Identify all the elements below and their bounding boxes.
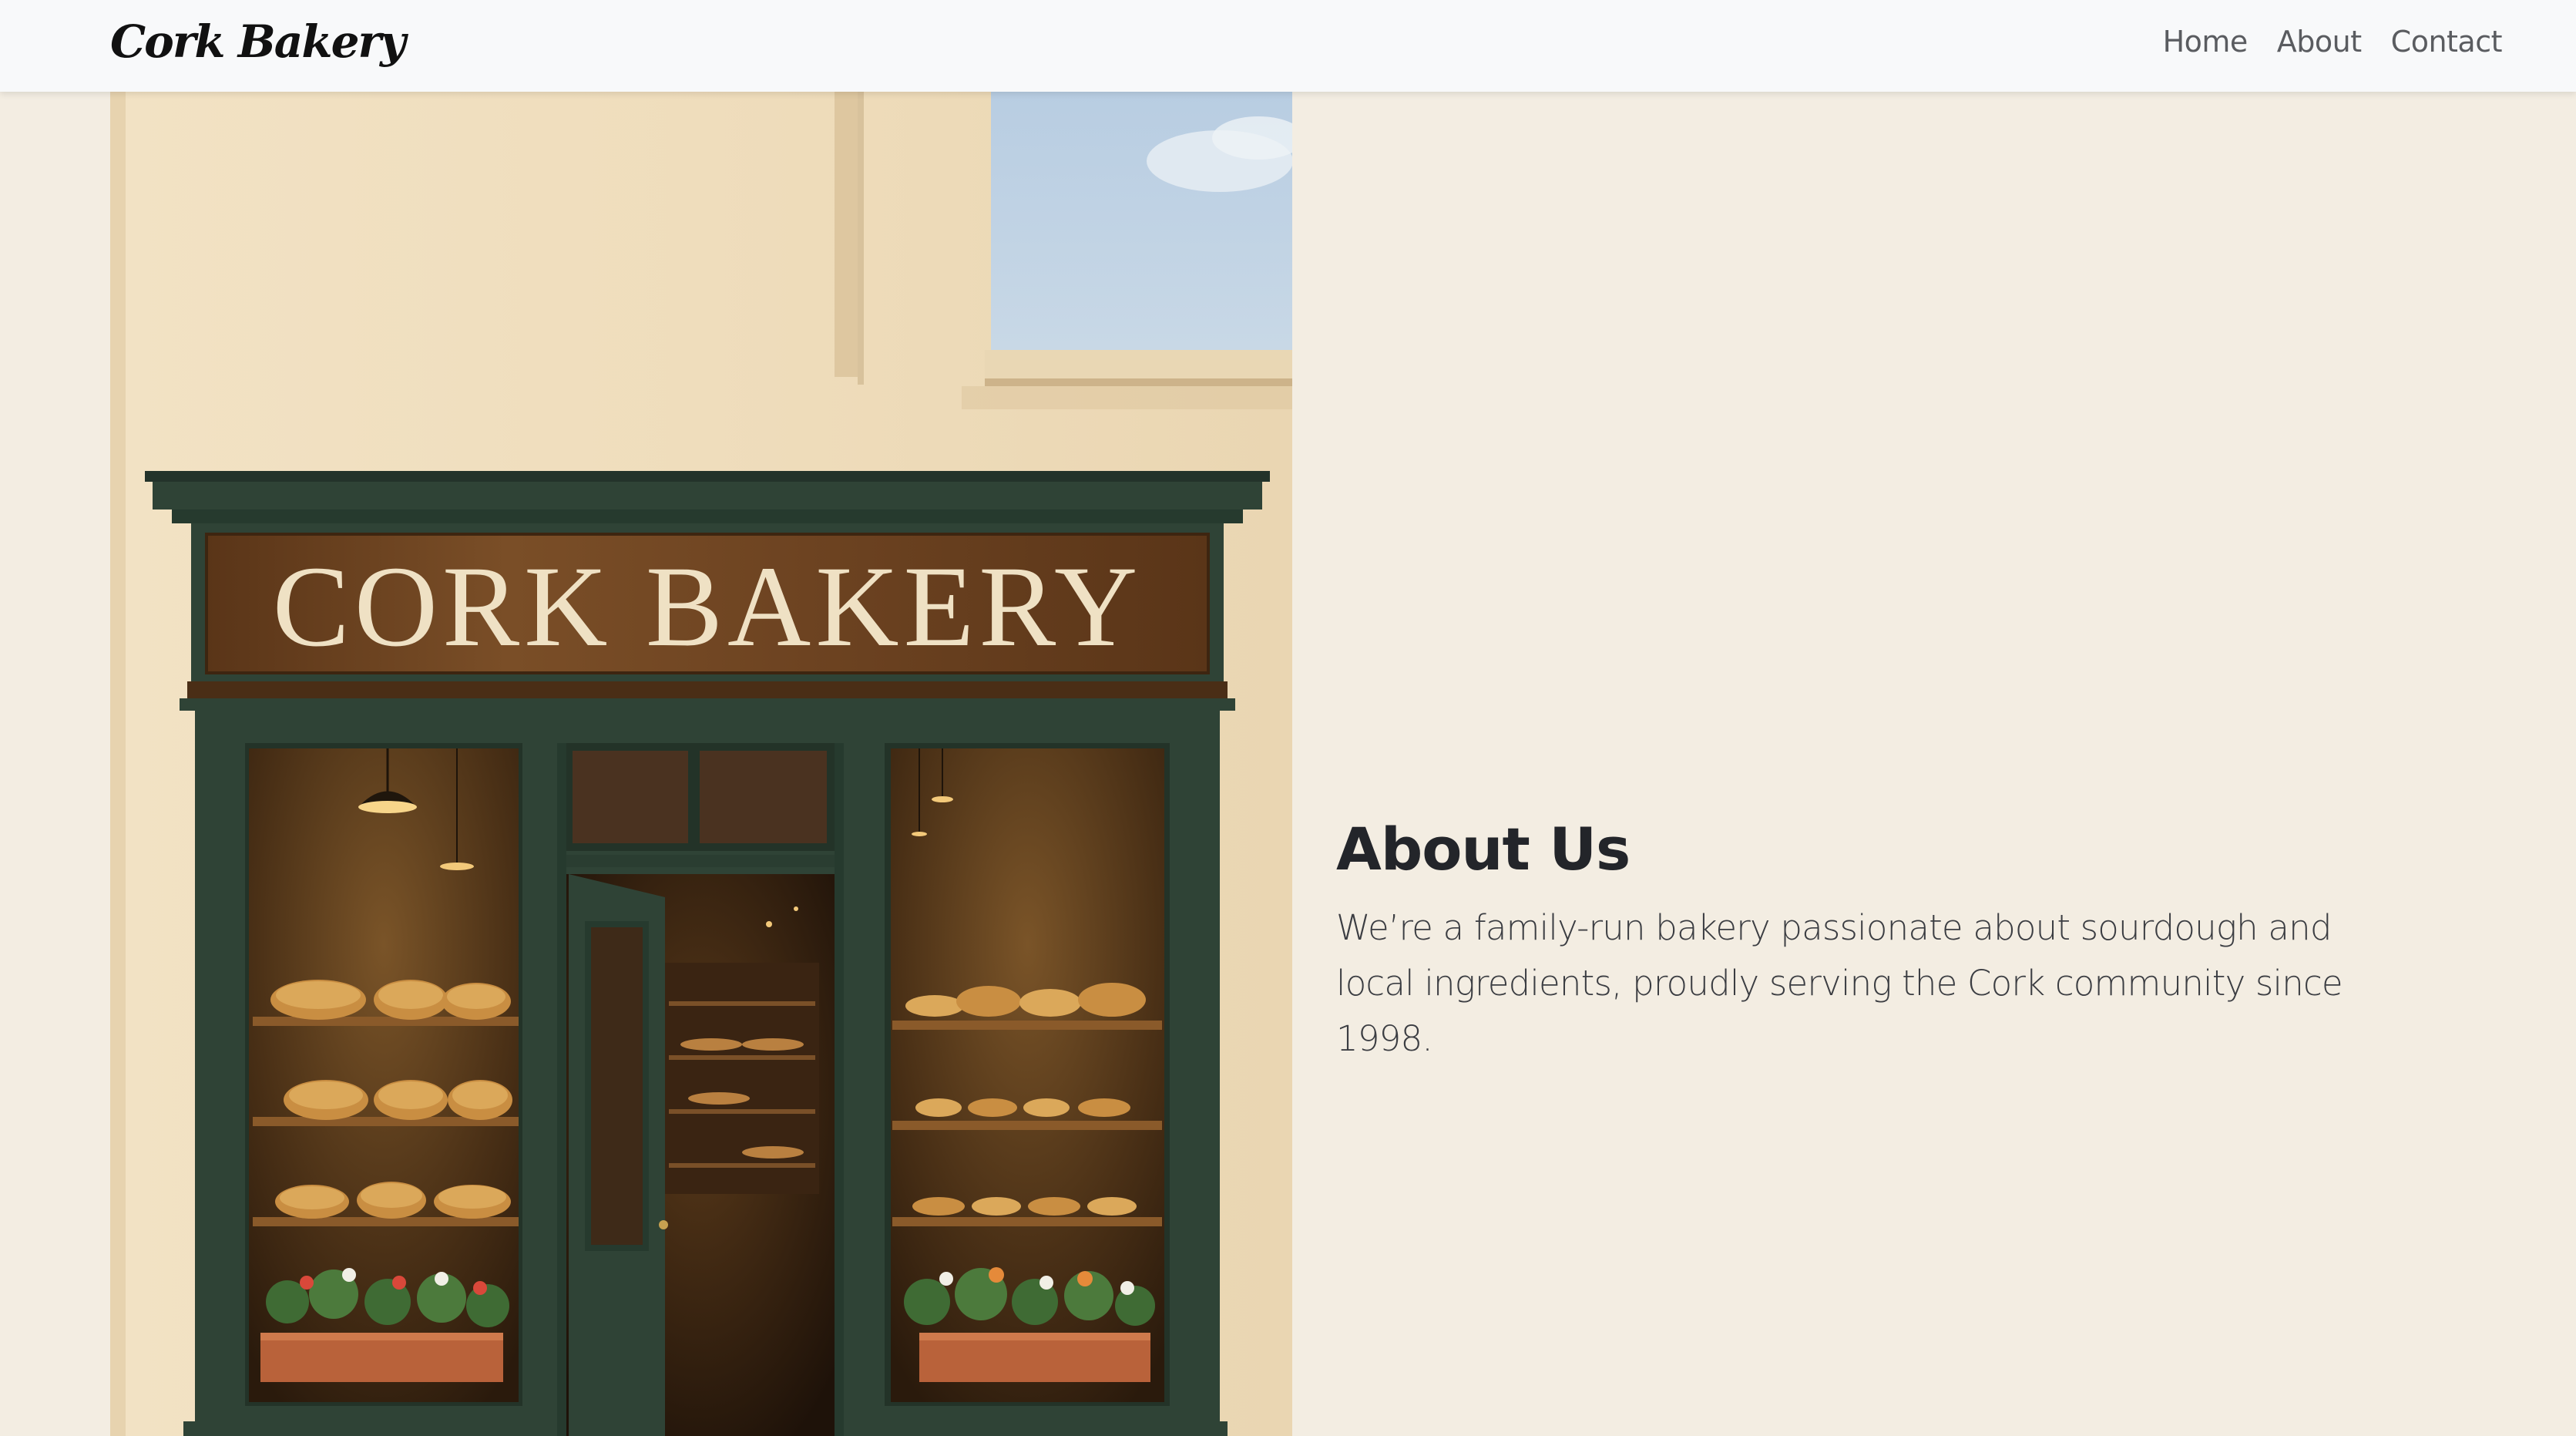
sign-text: CORK BAKERY — [273, 543, 1143, 671]
about-text: We’re a family-run bakery passionate abo… — [1336, 907, 2343, 1059]
nav-links: Home About Contact — [2163, 17, 2503, 66]
nav-link-home[interactable]: Home — [2163, 17, 2249, 66]
nav-link-contact[interactable]: Contact — [2391, 17, 2503, 66]
bakery-storefront-image: CORK BAKERY — [110, 92, 1292, 1436]
brand-logo[interactable]: Cork Bakery — [110, 11, 406, 72]
about-section: About Us We’re a family-run bakery passi… — [1336, 809, 2415, 1067]
nav-link-about[interactable]: About — [2277, 17, 2362, 66]
about-heading: About Us — [1336, 815, 1631, 883]
navbar: Cork Bakery Home About Contact — [0, 0, 2576, 92]
